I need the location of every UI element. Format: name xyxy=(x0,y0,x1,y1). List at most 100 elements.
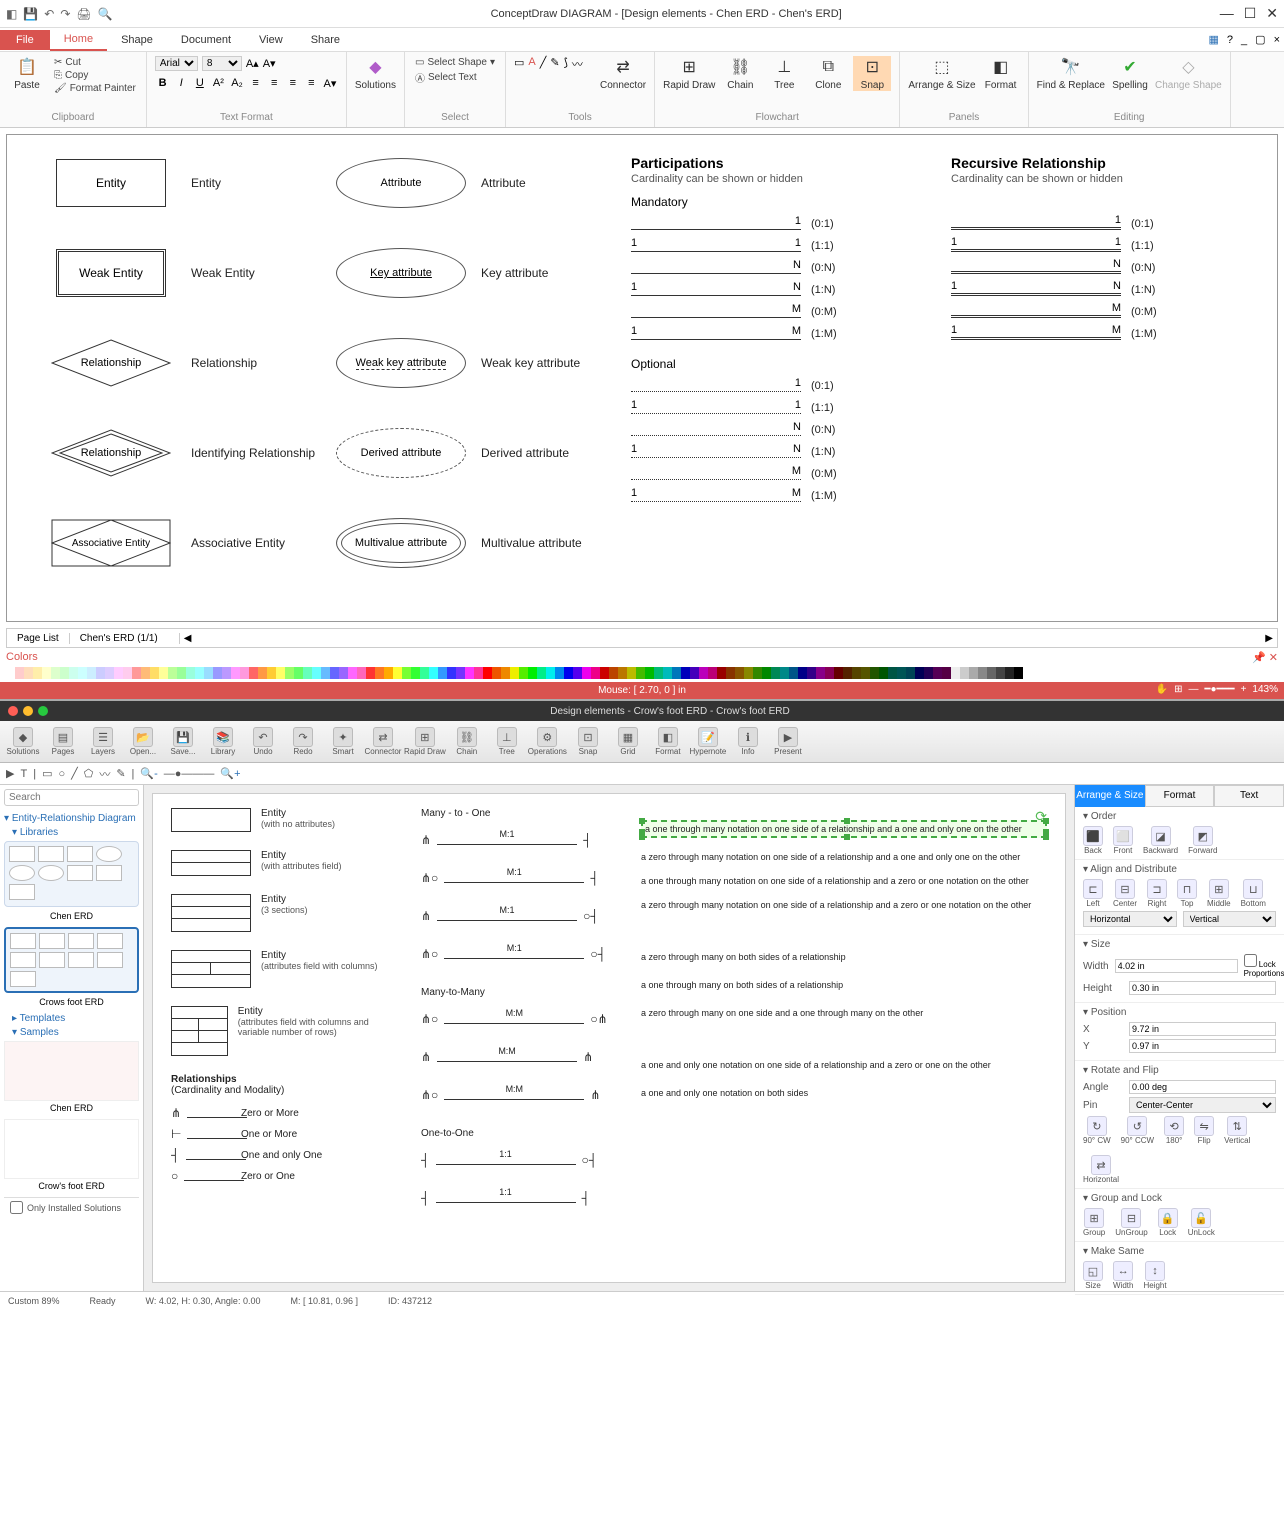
sample-chen[interactable] xyxy=(4,1041,139,1101)
rel-line[interactable]: M:1 xyxy=(444,949,584,959)
line-icon[interactable]: ╱ xyxy=(71,767,78,780)
color-swatch[interactable] xyxy=(906,667,915,679)
color-swatch[interactable] xyxy=(609,667,618,679)
card-line[interactable]: 1 xyxy=(951,218,1121,230)
color-swatch[interactable] xyxy=(771,667,780,679)
card-line[interactable]: N xyxy=(951,262,1121,274)
color-swatch[interactable] xyxy=(654,667,663,679)
color-swatch[interactable] xyxy=(222,667,231,679)
color-swatch[interactable] xyxy=(582,667,591,679)
search-input[interactable] xyxy=(4,789,139,806)
pin-select[interactable]: Center-Center xyxy=(1129,1097,1276,1113)
redo-icon[interactable]: ↷ xyxy=(60,7,70,21)
color-swatch[interactable] xyxy=(816,667,825,679)
poly-icon[interactable]: ⬠ xyxy=(84,767,94,780)
bullets-button[interactable]: ≡ xyxy=(304,75,320,91)
clone-button[interactable]: ⧉Clone xyxy=(809,56,847,91)
align-center-button[interactable]: ⊟Center xyxy=(1113,879,1137,908)
color-swatch[interactable] xyxy=(258,667,267,679)
entity-shape[interactable] xyxy=(171,950,251,988)
angle-input[interactable] xyxy=(1129,1080,1276,1094)
arrange-panel-button[interactable]: ⬚Arrange & Size xyxy=(908,56,975,91)
color-swatch[interactable] xyxy=(789,667,798,679)
color-swatch[interactable] xyxy=(744,667,753,679)
card-line[interactable]: 1 xyxy=(631,219,801,230)
color-swatch[interactable] xyxy=(186,667,195,679)
format-painter-button[interactable]: 🖌Format Painter xyxy=(52,82,138,95)
color-swatch[interactable] xyxy=(519,667,528,679)
color-swatch[interactable] xyxy=(951,667,960,679)
rel-line[interactable] xyxy=(187,1108,247,1118)
identifying-relationship-shape[interactable]: Relationship xyxy=(51,429,171,477)
tab-document[interactable]: Document xyxy=(167,30,245,50)
save-icon[interactable]: 💾 xyxy=(23,7,38,21)
color-swatch[interactable] xyxy=(573,667,582,679)
color-swatch[interactable] xyxy=(24,667,33,679)
color-swatch[interactable] xyxy=(717,667,726,679)
lib-chen-thumb[interactable] xyxy=(4,841,139,907)
cut-button[interactable]: ✂Cut xyxy=(52,56,138,69)
card-line[interactable]: M xyxy=(631,307,801,318)
attribute-shape[interactable]: Attribute xyxy=(336,158,466,208)
change-shape-button[interactable]: ◇Change Shape xyxy=(1155,56,1222,91)
rapid-draw-button[interactable]: ⊞Rapid Draw xyxy=(663,56,715,91)
tree-templates[interactable]: ▸ Templates xyxy=(12,1013,139,1024)
color-swatch[interactable] xyxy=(348,667,357,679)
ungroup-button[interactable]: ⊟UnGroup xyxy=(1115,1208,1147,1237)
rel-line[interactable] xyxy=(187,1129,247,1139)
color-swatch[interactable] xyxy=(357,667,366,679)
color-swatch[interactable] xyxy=(681,667,690,679)
color-swatch[interactable] xyxy=(690,667,699,679)
toolbar-open-button[interactable]: 📂Open... xyxy=(124,723,162,760)
color-swatch[interactable] xyxy=(510,667,519,679)
color-swatch[interactable] xyxy=(960,667,969,679)
line-tool-icon[interactable]: ╱ xyxy=(540,56,547,72)
toolbar-chain-button[interactable]: ⛓Chain xyxy=(448,723,486,760)
color-swatch[interactable] xyxy=(114,667,123,679)
relationship-shape[interactable]: Relationship xyxy=(51,339,171,387)
tab-file[interactable]: File xyxy=(0,30,50,50)
width-input[interactable] xyxy=(1115,959,1238,973)
unlock-button[interactable]: 🔓UnLock xyxy=(1188,1208,1215,1237)
page-scroll-right-icon[interactable]: ▶ xyxy=(1261,633,1277,644)
color-swatch[interactable] xyxy=(231,667,240,679)
color-swatch[interactable] xyxy=(852,667,861,679)
color-swatch[interactable] xyxy=(150,667,159,679)
color-swatch[interactable] xyxy=(438,667,447,679)
card-line[interactable]: 11 xyxy=(631,241,801,252)
order-backward-button[interactable]: ◪Backward xyxy=(1143,826,1178,855)
same-height-button[interactable]: ↕Height xyxy=(1143,1261,1166,1290)
color-swatch[interactable] xyxy=(492,667,501,679)
entity-shape[interactable] xyxy=(171,1006,228,1056)
color-swatch[interactable] xyxy=(645,667,654,679)
color-swatch[interactable] xyxy=(888,667,897,679)
color-swatch[interactable] xyxy=(969,667,978,679)
entity-shape[interactable] xyxy=(171,894,251,932)
color-swatch[interactable] xyxy=(924,667,933,679)
page-scroll-left-icon[interactable]: ◀ xyxy=(180,633,196,644)
align-right-button[interactable]: ⊐Right xyxy=(1147,879,1167,908)
color-swatch[interactable] xyxy=(51,667,60,679)
grow-font-icon[interactable]: A▴ xyxy=(246,57,259,70)
toolbar-grid-button[interactable]: ▦Grid xyxy=(609,723,647,760)
status-zoom[interactable]: Custom 89% xyxy=(8,1296,60,1306)
color-swatch[interactable] xyxy=(285,667,294,679)
card-line[interactable]: M xyxy=(631,469,801,480)
layout-icon[interactable]: ⊞ xyxy=(1174,684,1182,695)
only-installed-checkbox[interactable]: Only Installed Solutions xyxy=(4,1197,139,1217)
color-swatch[interactable] xyxy=(1005,667,1014,679)
color-swatch[interactable] xyxy=(294,667,303,679)
color-swatch[interactable] xyxy=(168,667,177,679)
color-swatch[interactable] xyxy=(384,667,393,679)
color-swatch[interactable] xyxy=(96,667,105,679)
color-swatch[interactable] xyxy=(555,667,564,679)
weak-entity-shape[interactable]: Weak Entity xyxy=(56,249,166,297)
right-tab-arrange[interactable]: Arrange & Size xyxy=(1075,785,1145,807)
pointer-tool-icon[interactable]: ▶ xyxy=(6,767,14,780)
color-swatch[interactable] xyxy=(546,667,555,679)
group-button[interactable]: ⊞Group xyxy=(1083,1208,1105,1237)
toolbar-format-button[interactable]: ◧Format xyxy=(649,723,687,760)
card-line[interactable]: 1M xyxy=(951,328,1121,340)
pen-tool-icon[interactable]: ✎ xyxy=(550,56,559,72)
color-swatch[interactable] xyxy=(69,667,78,679)
